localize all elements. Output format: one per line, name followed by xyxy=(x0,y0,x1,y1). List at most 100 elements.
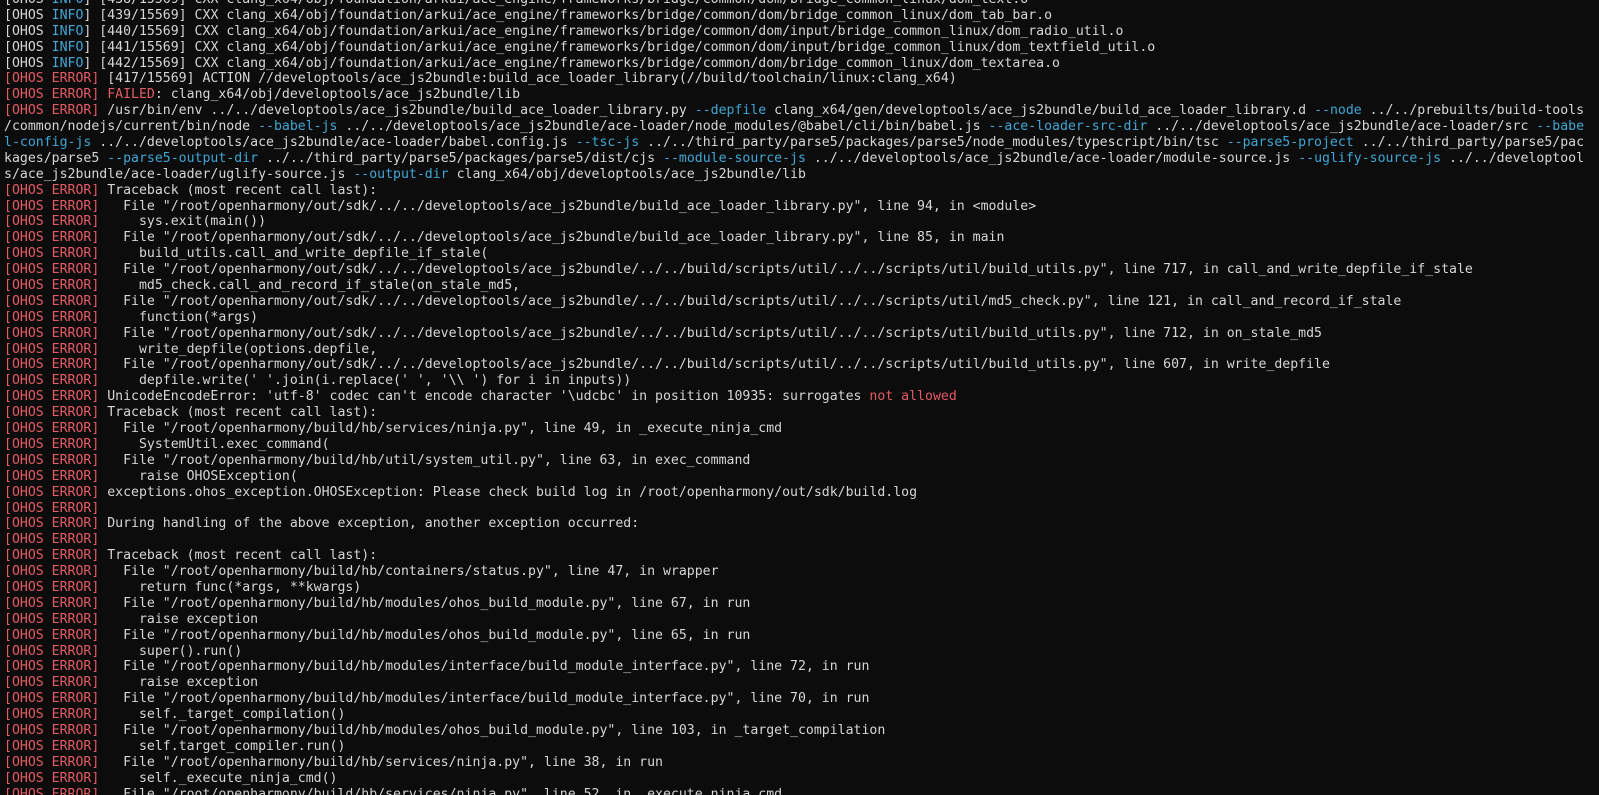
terminal-line-segment: File "/root/openharmony/out/sdk/../../de… xyxy=(99,293,1402,309)
terminal-line: [OHOS ERROR] xyxy=(4,501,1599,517)
terminal-line: [OHOS ERROR] md5_check.call_and_record_i… xyxy=(4,278,1599,294)
terminal-line-segment: FAILED xyxy=(107,87,155,103)
terminal-line-segment: clang_x64/gen/developtools/ace_js2bundle… xyxy=(766,103,1315,119)
terminal-line-segment: File "/root/openharmony/build/hb/service… xyxy=(99,754,663,770)
terminal-line: [OHOS ERROR] File "/root/openharmony/bui… xyxy=(4,723,1599,739)
terminal-line-segment: --tsc-js xyxy=(575,135,640,151)
terminal-line-segment: --babe xyxy=(1536,119,1585,135)
terminal-line: [OHOS ERROR] raise exception xyxy=(4,612,1599,628)
terminal-line-segment: self._execute_ninja_cmd() xyxy=(99,770,338,786)
terminal-line-segment: [OHOS ERROR] xyxy=(4,722,100,738)
terminal-line-segment: ] [438/15569] CXX clang_x64/obj/foundati… xyxy=(83,0,1028,7)
terminal-line-segment: File "/root/openharmony/out/sdk/../../de… xyxy=(99,198,1037,214)
terminal-line: [OHOS ERROR] function(*args) xyxy=(4,310,1599,326)
terminal-line-segment: File "/root/openharmony/out/sdk/../../de… xyxy=(99,230,1005,246)
terminal-line-segment: --babel-js xyxy=(258,119,338,135)
terminal-line-segment: [OHOS ERROR] xyxy=(4,500,100,516)
terminal-line-segment: [OHOS ERROR] xyxy=(4,691,100,707)
terminal-line-segment: : clang_x64/obj/developtools/ace_js2bund… xyxy=(154,87,521,103)
terminal-line: [OHOS ERROR] [417/15569] ACTION //develo… xyxy=(4,71,1599,87)
terminal-line-segment: INFO xyxy=(51,39,84,55)
terminal-line-segment: [OHOS ERROR] xyxy=(4,564,100,580)
terminal-line-segment: File "/root/openharmony/build/hb/service… xyxy=(99,421,783,437)
terminal-line: [OHOS ERROR] File "/root/openharmony/out… xyxy=(4,326,1599,342)
terminal-line-segment: depfile.write(' '.join(i.replace(' ', '\… xyxy=(99,373,632,389)
terminal-line: kages/parse5 --parse5-output-dir ../../t… xyxy=(4,151,1599,167)
terminal-line: [OHOS ERROR] File "/root/openharmony/out… xyxy=(4,199,1599,215)
terminal-line-segment: ../../developtools/ace_js2bundle/ace-loa… xyxy=(1147,119,1537,135)
terminal-line: [OHOS ERROR] File "/root/openharmony/bui… xyxy=(4,691,1599,707)
terminal-line-segment: clang_x64/obj/developtools/ace_js2bundle… xyxy=(448,166,806,182)
terminal-line-segment: [OHOS ERROR] xyxy=(4,405,100,421)
terminal-line: [OHOS ERROR] During handling of the abov… xyxy=(4,516,1599,532)
terminal-window[interactable]: [OHOS INFO ] [438/15569] CXX clang_x64/ob… xyxy=(0,0,1599,795)
terminal-line: [OHOS ERROR] /usr/bin/env ../../developt… xyxy=(4,103,1599,119)
terminal-line: [OHOS ERROR] self._target_compilation() xyxy=(4,707,1599,723)
terminal-line-segment: [OHOS ERROR] xyxy=(4,484,100,500)
terminal-line-segment: ] [441/15569] CXX clang_x64/obj/foundati… xyxy=(83,39,1156,55)
terminal-line-segment: [OHOS ERROR] xyxy=(4,309,100,325)
terminal-line: [OHOS ERROR] write_depfile(options.depfi… xyxy=(4,342,1599,358)
terminal-line-segment: [OHOS ERROR] xyxy=(4,230,100,246)
terminal-line: [OHOS ERROR] File "/root/openharmony/bui… xyxy=(4,755,1599,771)
terminal-line-segment: --module-source-js xyxy=(663,150,806,166)
terminal-line: l-config-js ../../developtools/ace_js2bu… xyxy=(4,135,1599,151)
terminal-line-segment: write_depfile(options.depfile, xyxy=(99,341,378,357)
terminal-line-segment: [OHOS ERROR] xyxy=(4,468,100,484)
terminal-line-segment: [OHOS ERROR] xyxy=(4,532,100,548)
terminal-line-segment: [OHOS xyxy=(4,39,52,55)
terminal-line-segment: --parse5-project xyxy=(1226,135,1354,151)
terminal-line: [OHOS INFO] [441/15569] CXX clang_x64/ob… xyxy=(4,40,1599,56)
terminal-line-segment: build_utils.call_and_write_depfile_if_st… xyxy=(99,246,489,262)
terminal-line-segment: [OHOS ERROR] xyxy=(4,595,100,611)
terminal-line-segment: [OHOS ERROR] xyxy=(4,786,100,795)
terminal-line-segment: [OHOS xyxy=(4,55,52,71)
terminal-line: [OHOS ERROR] File "/root/openharmony/out… xyxy=(4,357,1599,373)
terminal-line-segment: File "/root/openharmony/build/hb/util/sy… xyxy=(99,452,751,468)
terminal-line-segment: Traceback (most recent call last): xyxy=(99,548,378,564)
terminal-line-segment: File "/root/openharmony/build/hb/modules… xyxy=(99,595,751,611)
terminal-line-segment: sys.exit(main()) xyxy=(99,214,267,230)
terminal-line: [OHOS ERROR] return func(*args, **kwargs… xyxy=(4,580,1599,596)
terminal-line-segment: --node xyxy=(1314,103,1362,119)
terminal-line-segment: ../../developtool xyxy=(1441,150,1585,166)
terminal-line-segment: ] [440/15569] CXX clang_x64/obj/foundati… xyxy=(83,23,1124,39)
terminal-line: [OHOS ERROR] File "/root/openharmony/bui… xyxy=(4,787,1599,795)
terminal-line: [OHOS ERROR] File "/root/openharmony/bui… xyxy=(4,564,1599,580)
terminal-line: [OHOS ERROR] depfile.write(' '.join(i.re… xyxy=(4,373,1599,389)
terminal-line-segment: --output-dir xyxy=(353,166,449,182)
terminal-line: /common/nodejs/current/bin/node --babel-… xyxy=(4,119,1599,135)
terminal-line-segment: return func(*args, **kwargs) xyxy=(99,579,362,595)
terminal-line-segment: [OHOS ERROR] xyxy=(4,278,100,294)
terminal-line: [OHOS ERROR] exceptions.ohos_exception.O… xyxy=(4,485,1599,501)
terminal-line-segment: raise exception xyxy=(99,675,259,691)
terminal-line-segment: [OHOS ERROR] xyxy=(4,770,100,786)
terminal-line: s/ace_js2bundle/ace-loader/uglify-source… xyxy=(4,167,1599,183)
terminal-line-segment: [OHOS ERROR] xyxy=(4,357,100,373)
terminal-line-segment: [OHOS ERROR] xyxy=(4,182,100,198)
terminal-line-segment: ../../third_party/parse5/packages/parse5… xyxy=(258,150,663,166)
terminal-line-segment: Traceback (most recent call last): xyxy=(99,405,378,421)
terminal-line: [OHOS ERROR] SystemUtil.exec_command( xyxy=(4,437,1599,453)
terminal-line-segment: self._target_compilation() xyxy=(99,707,346,723)
terminal-line-segment: ../../developtools/ace_js2bundle/ace-loa… xyxy=(337,119,989,135)
terminal-line: [OHOS ERROR] sys.exit(main()) xyxy=(4,214,1599,230)
terminal-line-segment: [OHOS ERROR] xyxy=(4,246,100,262)
terminal-line-segment: File "/root/openharmony/out/sdk/../../de… xyxy=(99,357,1330,373)
terminal-line-segment: [OHOS ERROR] xyxy=(4,627,100,643)
terminal-line-segment: File "/root/openharmony/build/hb/modules… xyxy=(99,691,870,707)
terminal-line: [OHOS ERROR] File "/root/openharmony/bui… xyxy=(4,421,1599,437)
terminal-line-segment: [OHOS ERROR] xyxy=(4,754,100,770)
terminal-line-segment: [OHOS ERROR] xyxy=(4,659,100,675)
terminal-line-segment: [OHOS ERROR] xyxy=(4,675,100,691)
terminal-line-segment: ] [439/15569] CXX clang_x64/obj/foundati… xyxy=(83,7,1053,23)
terminal-line-segment: s/ace_js2bundle/ace-loader/uglify-source… xyxy=(4,166,354,182)
terminal-line-segment: --depfile xyxy=(694,103,767,119)
terminal-line: [OHOS INFO] [442/15569] CXX clang_x64/ob… xyxy=(4,56,1599,72)
terminal-line-segment: UnicodeEncodeError: 'utf-8' codec can't … xyxy=(99,389,870,405)
terminal-line-segment: File "/root/openharmony/build/hb/modules… xyxy=(99,722,886,738)
terminal-line: [OHOS ERROR] self.target_compiler.run() xyxy=(4,739,1599,755)
terminal-line-segment: raise OHOSException( xyxy=(99,468,298,484)
terminal-line-segment: [OHOS ERROR] xyxy=(4,738,100,754)
terminal-line-segment: --ace-loader-src-dir xyxy=(988,119,1148,135)
